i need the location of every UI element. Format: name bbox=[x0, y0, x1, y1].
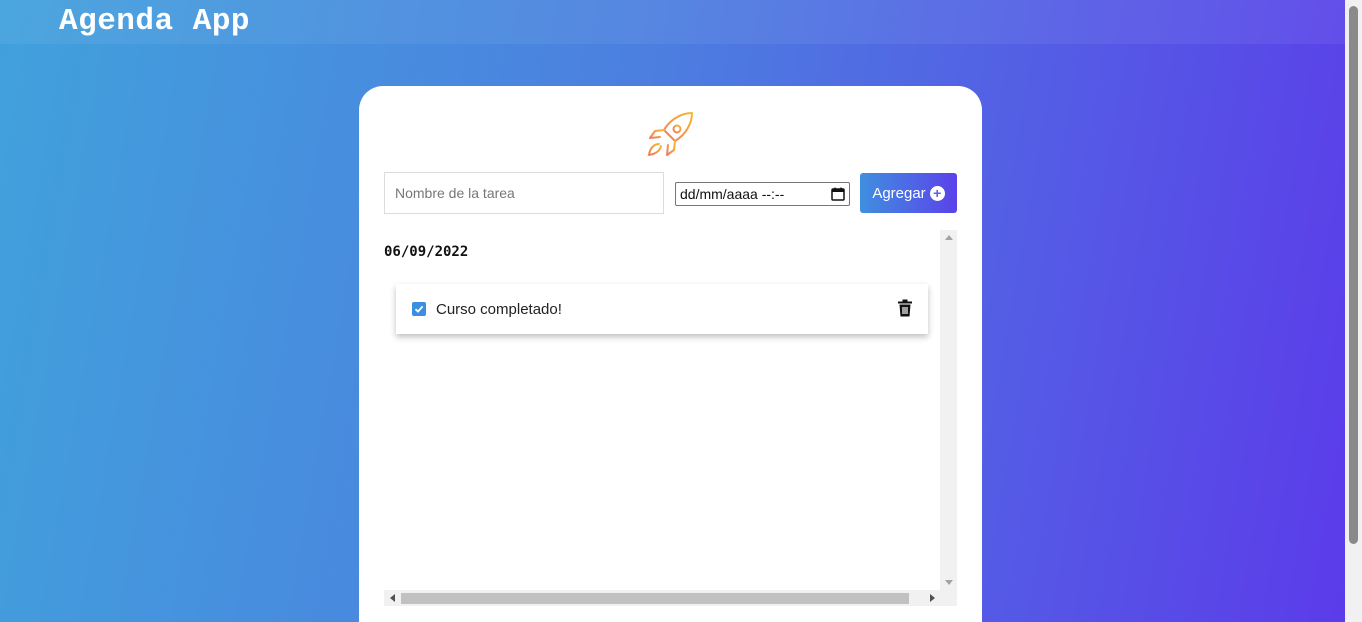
date-time-input[interactable]: dd/mm/aaaa --:-- bbox=[675, 182, 850, 206]
agenda-card: dd/mm/aaaa --:-- Agregar + 06/09/2022 Cu… bbox=[359, 86, 982, 622]
scroll-up-arrow-icon[interactable] bbox=[945, 235, 953, 240]
calendar-icon[interactable] bbox=[831, 187, 845, 201]
plus-circle-icon: + bbox=[929, 185, 945, 201]
horizontal-scrollbar-thumb[interactable] bbox=[401, 593, 909, 604]
list-horizontal-scrollbar[interactable] bbox=[384, 590, 957, 606]
app-title: Agenda App bbox=[59, 4, 251, 39]
rocket-icon bbox=[648, 112, 693, 156]
add-task-button[interactable]: Agregar + bbox=[860, 173, 957, 213]
task-group-date: 06/09/2022 bbox=[384, 244, 469, 260]
scroll-left-arrow-icon[interactable] bbox=[390, 594, 395, 602]
task-complete-checkbox[interactable] bbox=[412, 302, 426, 316]
list-vertical-scrollbar[interactable] bbox=[940, 230, 957, 590]
page-scrollbar-thumb[interactable] bbox=[1349, 6, 1358, 544]
task-item: Curso completado! bbox=[396, 284, 928, 334]
task-list-area: 06/09/2022 Curso completado! bbox=[384, 230, 957, 606]
task-name-input[interactable] bbox=[384, 172, 664, 214]
date-time-placeholder: dd/mm/aaaa --:-- bbox=[680, 186, 785, 202]
scroll-right-arrow-icon[interactable] bbox=[930, 594, 935, 602]
trash-icon[interactable] bbox=[897, 299, 913, 317]
check-icon bbox=[414, 305, 424, 313]
task-text: Curso completado! bbox=[436, 300, 562, 318]
page-scrollbar[interactable] bbox=[1345, 0, 1362, 622]
scroll-down-arrow-icon[interactable] bbox=[945, 580, 953, 585]
top-bar: Agenda App bbox=[0, 0, 1345, 44]
add-task-label: Agregar bbox=[872, 184, 926, 202]
